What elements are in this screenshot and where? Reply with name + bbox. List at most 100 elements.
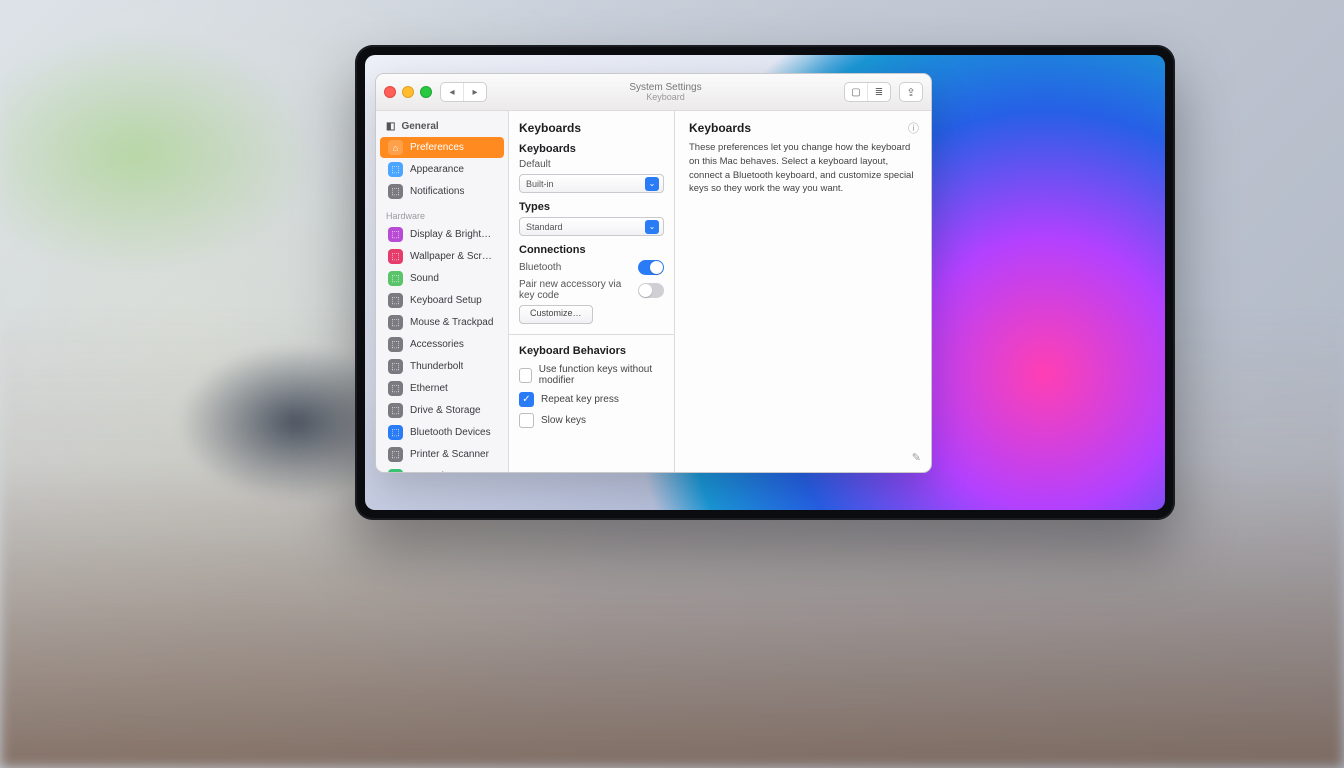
sidebar-item-accessories[interactable]: ⬚ Accessories xyxy=(380,334,504,355)
default-keyboard-select[interactable]: Built-in ⌄ xyxy=(519,174,664,193)
sidebar-item-wallpaper[interactable]: ⬚ Wallpaper & Screen xyxy=(380,246,504,267)
sidebar-item-bluetooth[interactable]: ⬚ Bluetooth Devices xyxy=(380,422,504,443)
behavior-check-row[interactable]: Use function keys without modifier xyxy=(519,361,664,389)
detail-description: These preferences let you change how the… xyxy=(689,141,917,196)
mouse-icon: ⬚ xyxy=(388,315,403,330)
sidebar-header-icon: ◧ xyxy=(386,121,395,132)
select-value: Standard xyxy=(526,222,563,232)
detail-title: Keyboards xyxy=(689,121,917,135)
divider xyxy=(509,334,674,335)
sidebar-item-label: Thunderbolt xyxy=(410,361,463,372)
checkbox-label: Repeat key press xyxy=(541,394,619,405)
desktop-wallpaper: ◂ ▸ System Settings Keyboard ▢ ≣ ⇪ ◧ xyxy=(365,55,1165,510)
window-toolbar: ◂ ▸ System Settings Keyboard ▢ ≣ ⇪ xyxy=(376,74,931,111)
panel-title: Keyboards xyxy=(519,121,664,135)
sidebar-item-printer[interactable]: ⬚ Printer & Scanner xyxy=(380,444,504,465)
sidebar-item-storage[interactable]: ⬚ Drive & Storage xyxy=(380,400,504,421)
keyboard-type-select[interactable]: Standard ⌄ xyxy=(519,217,664,236)
view-list-icon[interactable]: ≣ xyxy=(867,83,890,101)
sidebar-item-notifications[interactable]: ⬚ Notifications xyxy=(380,181,504,202)
sidebar-item-label: Appearance xyxy=(410,164,464,175)
close-button[interactable] xyxy=(384,86,396,98)
pair-toggle[interactable] xyxy=(638,283,664,298)
view-segmented: ▢ ≣ xyxy=(844,82,891,102)
network-icon: ⬚ xyxy=(388,469,403,472)
nav-back-button[interactable]: ◂ xyxy=(441,83,463,101)
window-title: System Settings xyxy=(495,82,836,93)
checkbox[interactable] xyxy=(519,368,532,383)
detail-column: Keyboards These preferences let you chan… xyxy=(675,111,931,472)
thunderbolt-icon: ⬚ xyxy=(388,359,403,374)
appearance-icon: ⬚ xyxy=(388,162,403,177)
bluetooth-toggle[interactable] xyxy=(638,260,664,275)
checkbox-label: Use function keys without modifier xyxy=(539,364,664,386)
sidebar-section-label: Hardware xyxy=(376,203,508,223)
sidebar-item-keyboard[interactable]: ⬚ Keyboard Setup xyxy=(380,290,504,311)
behavior-check-row[interactable]: Slow keys xyxy=(519,410,664,431)
sidebar-header: ◧ General xyxy=(376,117,508,136)
checkbox[interactable]: ✓ xyxy=(519,392,534,407)
sidebar-item-display[interactable]: ⬚ Display & Brightness xyxy=(380,224,504,245)
printer-icon: ⬚ xyxy=(388,447,403,462)
pair-toggle-label: Pair new accessory via key code xyxy=(519,279,632,301)
sidebar-item-label: Network xyxy=(410,471,447,472)
bluetooth-toggle-label: Bluetooth xyxy=(519,262,561,273)
keyboard-icon: ⬚ xyxy=(388,293,403,308)
sidebar-item-ethernet[interactable]: ⬚ Ethernet xyxy=(380,378,504,399)
display-icon: ⬚ xyxy=(388,227,403,242)
settings-form-column: Keyboards Keyboards Default Built-in ⌄ T… xyxy=(509,111,675,472)
zoom-button[interactable] xyxy=(420,86,432,98)
group-connections-label: Connections xyxy=(519,244,664,256)
laptop-frame: ◂ ▸ System Settings Keyboard ▢ ≣ ⇪ ◧ xyxy=(355,45,1175,520)
sidebar-item-network[interactable]: ⬚ Network xyxy=(380,466,504,472)
behavior-check-row[interactable]: ✓ Repeat key press xyxy=(519,389,664,410)
sidebar-item-label: Notifications xyxy=(410,186,464,197)
bluetooth-icon: ⬚ xyxy=(388,425,403,440)
chevron-down-icon: ⌄ xyxy=(645,220,659,234)
sidebar-item-label: Display & Brightness xyxy=(410,229,496,240)
info-icon[interactable]: ⓘ xyxy=(908,120,919,136)
edit-icon[interactable]: ✎ xyxy=(912,451,921,464)
sidebar-item-label: Wallpaper & Screen xyxy=(410,251,496,262)
notifications-icon: ⬚ xyxy=(388,184,403,199)
default-keyboard-label: Default xyxy=(519,159,551,170)
accessories-icon: ⬚ xyxy=(388,337,403,352)
sidebar-header-label: General xyxy=(401,121,438,132)
window-subtitle: Keyboard xyxy=(495,93,836,103)
select-value: Built-in xyxy=(526,179,554,189)
sidebar-item-label: Sound xyxy=(410,273,439,284)
ethernet-icon: ⬚ xyxy=(388,381,403,396)
sidebar-item-label: Accessories xyxy=(410,339,464,350)
nav-forward-button[interactable]: ▸ xyxy=(463,83,486,101)
sidebar-item-preferences[interactable]: ⌂ Preferences xyxy=(380,137,504,158)
sidebar-item-label: Printer & Scanner xyxy=(410,449,489,460)
sidebar-item-appearance[interactable]: ⬚ Appearance xyxy=(380,159,504,180)
customize-button[interactable]: Customize… xyxy=(519,305,593,324)
view-panel-icon[interactable]: ▢ xyxy=(845,83,867,101)
sidebar-item-label: Keyboard Setup xyxy=(410,295,482,306)
settings-window: ◂ ▸ System Settings Keyboard ▢ ≣ ⇪ ◧ xyxy=(375,73,932,473)
minimize-button[interactable] xyxy=(402,86,414,98)
content-area: Keyboards Keyboards Default Built-in ⌄ T… xyxy=(509,111,931,472)
settings-sidebar[interactable]: ◧ General ⌂ Preferences ⬚ Appearance ⬚ N… xyxy=(376,111,509,472)
window-title-area: System Settings Keyboard xyxy=(495,82,836,103)
home-icon: ⌂ xyxy=(388,140,403,155)
sidebar-item-label: Bluetooth Devices xyxy=(410,427,491,438)
checkbox[interactable] xyxy=(519,413,534,428)
window-controls xyxy=(384,86,432,98)
group-types-label: Types xyxy=(519,201,664,213)
sidebar-item-label: Drive & Storage xyxy=(410,405,481,416)
sidebar-item-thunderbolt[interactable]: ⬚ Thunderbolt xyxy=(380,356,504,377)
sidebar-item-label: Ethernet xyxy=(410,383,448,394)
storage-icon: ⬚ xyxy=(388,403,403,418)
window-body: ◧ General ⌂ Preferences ⬚ Appearance ⬚ N… xyxy=(376,111,931,472)
sidebar-item-mouse[interactable]: ⬚Mouse & Trackpad xyxy=(380,312,504,333)
chevron-down-icon: ⌄ xyxy=(645,177,659,191)
sidebar-item-sound[interactable]: ⬚ Sound xyxy=(380,268,504,289)
wallpaper-icon: ⬚ xyxy=(388,249,403,264)
share-button[interactable]: ⇪ xyxy=(899,82,923,102)
sidebar-item-label: Preferences xyxy=(410,142,464,153)
group-behaviors-label: Keyboard Behaviors xyxy=(519,345,664,357)
sound-icon: ⬚ xyxy=(388,271,403,286)
group-keyboards-label: Keyboards xyxy=(519,143,664,155)
